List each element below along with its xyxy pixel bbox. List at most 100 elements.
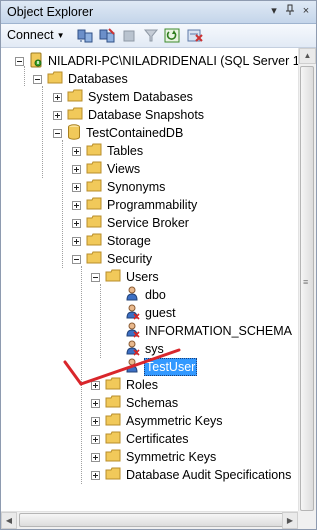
folder-icon — [67, 89, 83, 105]
synonyms-label[interactable]: Synonyms — [106, 179, 166, 195]
connect-object-icon[interactable] — [77, 28, 93, 43]
user-disabled-icon — [126, 304, 140, 323]
tree-node-storage[interactable]: Storage — [72, 232, 152, 250]
tree-node-certificates[interactable]: Certificates — [91, 430, 190, 448]
connect-button[interactable]: Connect ▼ — [7, 28, 64, 42]
horizontal-scroll-thumb[interactable] — [19, 513, 289, 527]
folder-icon — [86, 179, 102, 195]
pin-icon[interactable] — [283, 4, 297, 18]
expand-toggle[interactable] — [91, 398, 100, 408]
expand-toggle[interactable] — [91, 434, 100, 444]
collapse-toggle[interactable] — [91, 272, 100, 282]
server-label[interactable]: NILADRI-PC\NILADRIDENALI (SQL Server 11.… — [47, 53, 298, 69]
folder-icon — [105, 413, 121, 429]
symmetric-keys-label[interactable]: Symmetric Keys — [125, 449, 217, 465]
expand-toggle[interactable] — [91, 416, 100, 426]
tree-node-security[interactable]: Security — [72, 250, 153, 268]
service-broker-label[interactable]: Service Broker — [106, 215, 190, 231]
folder-icon — [105, 431, 121, 447]
security-label[interactable]: Security — [106, 251, 153, 267]
asymmetric-keys-label[interactable]: Asymmetric Keys — [125, 413, 224, 429]
scroll-right-icon[interactable]: ▶ — [282, 512, 298, 529]
collapse-toggle[interactable] — [33, 74, 42, 84]
folder-icon — [86, 143, 102, 159]
filter-icon[interactable] — [143, 28, 159, 43]
expand-toggle[interactable] — [72, 200, 81, 210]
schemas-label[interactable]: Schemas — [125, 395, 179, 411]
programmability-label[interactable]: Programmability — [106, 197, 198, 213]
vertical-scroll-thumb[interactable] — [300, 66, 314, 511]
tree-node-users[interactable]: Users — [91, 268, 160, 286]
tree-node-database-snapshots[interactable]: Database Snapshots — [53, 106, 205, 124]
tree-node-service-broker[interactable]: Service Broker — [72, 214, 190, 232]
database-icon — [67, 123, 81, 143]
folder-icon — [86, 197, 102, 213]
user-label[interactable]: INFORMATION_SCHEMA — [144, 323, 293, 339]
db-label[interactable]: TestContainedDB — [85, 125, 184, 141]
storage-label[interactable]: Storage — [106, 233, 152, 249]
window-dropdown-icon[interactable]: ▾ — [267, 4, 281, 18]
user-disabled-icon — [126, 322, 140, 341]
database-snapshots-label[interactable]: Database Snapshots — [87, 107, 205, 123]
tree-node-schemas[interactable]: Schemas — [91, 394, 179, 412]
annotation-arrow-icon — [63, 348, 181, 386]
folder-icon — [105, 449, 121, 465]
sync-icon[interactable] — [187, 28, 203, 43]
collapse-toggle[interactable] — [72, 254, 81, 264]
tree-node-tables[interactable]: Tables — [72, 142, 144, 160]
expand-toggle[interactable] — [72, 164, 81, 174]
views-label[interactable]: Views — [106, 161, 141, 177]
user-icon — [126, 286, 140, 305]
server-icon — [29, 52, 43, 71]
folder-icon — [86, 161, 102, 177]
tree-node-symmetric-keys[interactable]: Symmetric Keys — [91, 448, 217, 466]
disconnect-icon[interactable] — [99, 28, 115, 43]
user-label[interactable]: dbo — [144, 287, 167, 303]
horizontal-scrollbar[interactable]: ◀ ▶ — [1, 511, 298, 529]
expand-toggle[interactable] — [72, 146, 81, 156]
scroll-up-icon[interactable]: ▲ — [299, 48, 316, 64]
folder-icon — [86, 215, 102, 231]
stop-icon[interactable] — [121, 28, 137, 43]
tree-node-server[interactable]: NILADRI-PC\NILADRIDENALI (SQL Server 11.… — [15, 52, 298, 70]
tree-node-testcontaineddb[interactable]: TestContainedDB — [53, 123, 184, 143]
expand-toggle[interactable] — [91, 452, 100, 462]
tree-node-asymmetric-keys[interactable]: Asymmetric Keys — [91, 412, 224, 430]
expand-toggle[interactable] — [72, 182, 81, 192]
tree-node-user-dbo[interactable]: dbo — [126, 286, 167, 304]
expand-toggle[interactable] — [53, 110, 62, 120]
tree-node-user-information-schema[interactable]: INFORMATION_SCHEMA — [126, 322, 293, 340]
expand-toggle[interactable] — [72, 236, 81, 246]
object-explorer-tree[interactable]: NILADRI-PC\NILADRIDENALI (SQL Server 11.… — [1, 48, 298, 511]
expand-toggle[interactable] — [91, 470, 100, 480]
expand-toggle[interactable] — [53, 92, 62, 102]
tree-node-database-audit-specifications[interactable]: Database Audit Specifications — [91, 466, 292, 484]
object-explorer-toolbar: Connect ▼ — [1, 24, 316, 48]
users-label[interactable]: Users — [125, 269, 160, 285]
tree-node-system-databases[interactable]: System Databases — [53, 88, 194, 106]
tree-node-views[interactable]: Views — [72, 160, 141, 178]
tree-node-user-guest[interactable]: guest — [126, 304, 177, 322]
scroll-left-icon[interactable]: ◀ — [1, 512, 17, 529]
connect-label: Connect — [7, 28, 54, 42]
tree-node-programmability[interactable]: Programmability — [72, 196, 198, 214]
tree-node-databases[interactable]: Databases — [33, 70, 129, 88]
tree-line — [42, 86, 43, 178]
tree-node-synonyms[interactable]: Synonyms — [72, 178, 166, 196]
expand-toggle[interactable] — [72, 218, 81, 228]
collapse-toggle[interactable] — [15, 56, 24, 66]
collapse-toggle[interactable] — [53, 128, 62, 138]
tables-label[interactable]: Tables — [106, 143, 144, 159]
scrollbar-corner — [298, 511, 316, 529]
chevron-down-icon: ▼ — [56, 30, 65, 40]
certificates-label[interactable]: Certificates — [125, 431, 190, 447]
databases-label[interactable]: Databases — [67, 71, 129, 87]
vertical-scrollbar[interactable]: ▲ ≡ — [298, 48, 316, 511]
database-audit-specifications-label[interactable]: Database Audit Specifications — [125, 467, 292, 483]
close-icon[interactable]: × — [299, 4, 313, 18]
refresh-icon[interactable] — [164, 28, 180, 43]
folder-icon — [67, 107, 83, 123]
user-label[interactable]: guest — [144, 305, 177, 321]
folder-icon — [86, 233, 102, 249]
system-databases-label[interactable]: System Databases — [87, 89, 194, 105]
